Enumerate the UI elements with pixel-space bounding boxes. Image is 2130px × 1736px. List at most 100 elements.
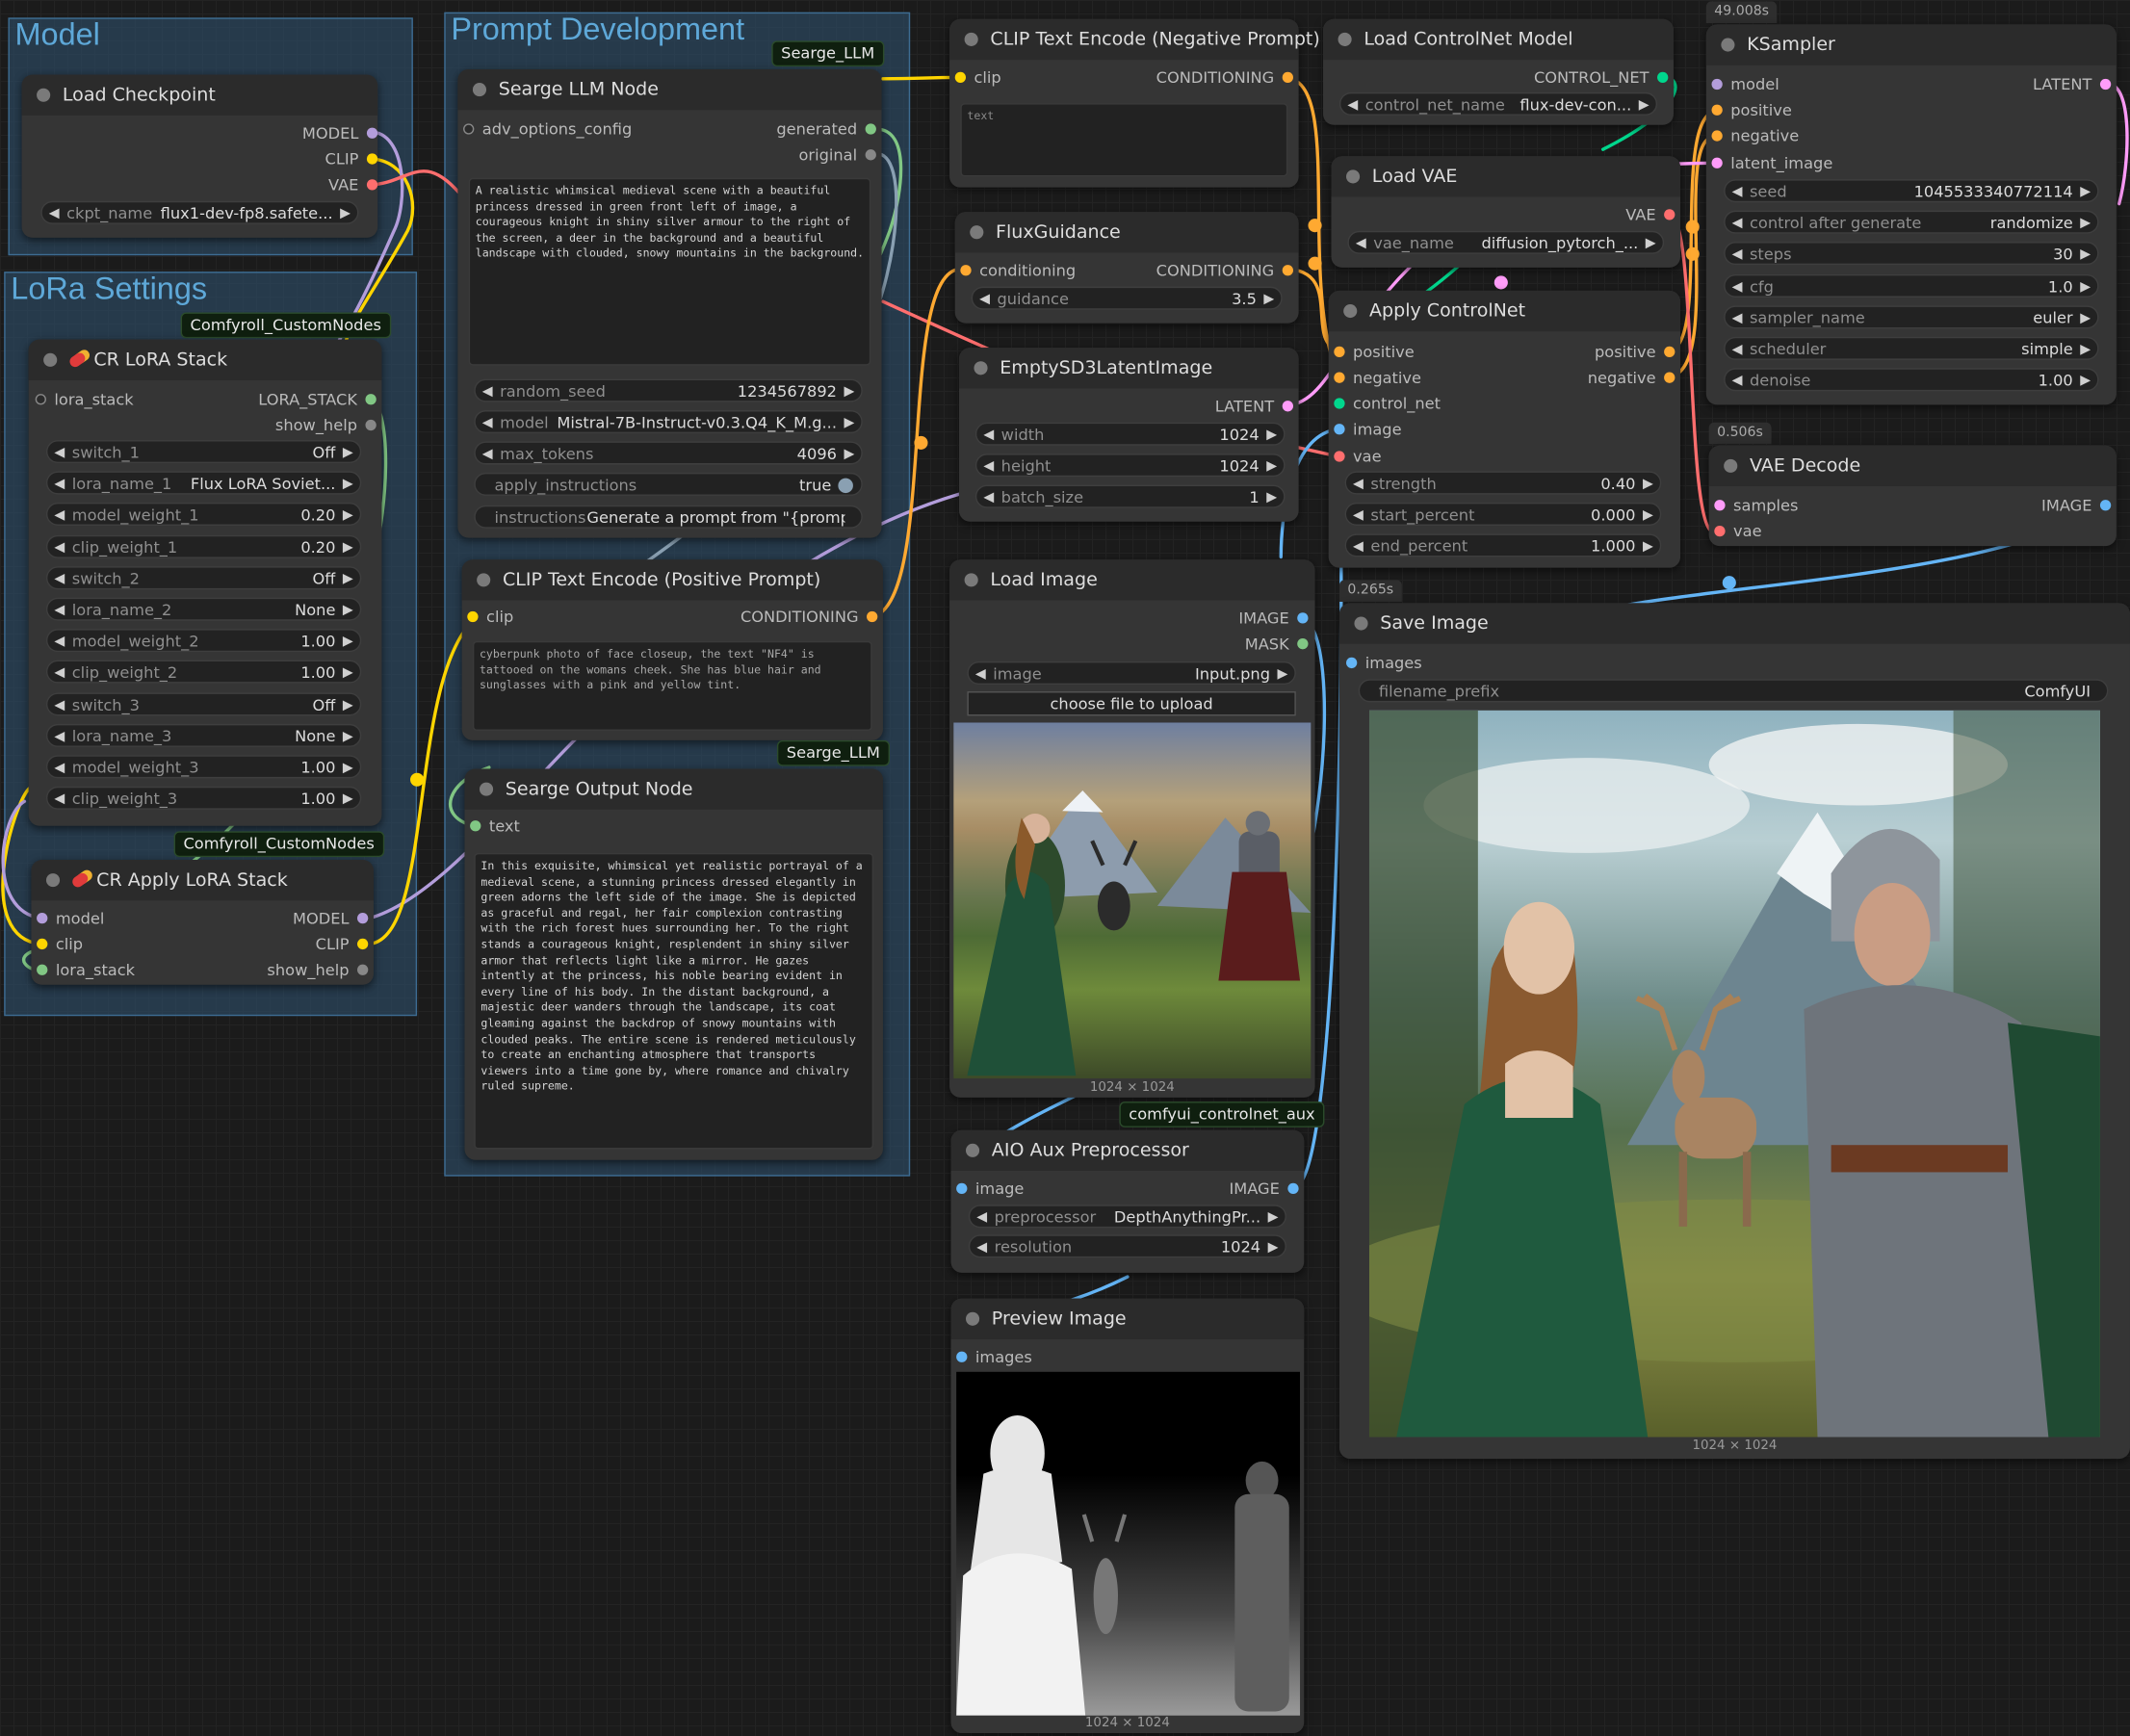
- arrow-right-icon[interactable]: ▶: [2080, 338, 2091, 361]
- lora-widget-0[interactable]: ◀ switch_1 Off ▶: [45, 440, 362, 464]
- arrow-right-icon[interactable]: ▶: [340, 202, 351, 225]
- output-conditioning[interactable]: CONDITIONING: [1156, 261, 1293, 280]
- output-image[interactable]: IMAGE: [1229, 1179, 1299, 1198]
- widget-image[interactable]: ◀ image Input.png ▶: [967, 661, 1296, 685]
- arrow-left-icon[interactable]: ◀: [54, 757, 65, 780]
- apply-widget-1[interactable]: ◀ start_percent 0.000 ▶: [1344, 502, 1662, 526]
- ksampler-widget-3[interactable]: ◀ cfg 1.0 ▶: [1724, 273, 2099, 298]
- node-header[interactable]: EmptySD3LatentImage: [958, 348, 1299, 389]
- slot-dot[interactable]: [357, 938, 369, 950]
- slot-dot[interactable]: [1346, 657, 1358, 669]
- input-images[interactable]: images: [1346, 654, 1422, 672]
- output-vae[interactable]: VAE: [1625, 205, 1675, 224]
- output-show-help[interactable]: show_help: [275, 416, 377, 434]
- llm-widget-1[interactable]: ◀ model Mistral-7B-Instruct-v0.3.Q4_K_M.g.…: [474, 410, 863, 435]
- slot-dot[interactable]: [2099, 500, 2112, 511]
- arrow-left-icon[interactable]: ◀: [54, 631, 65, 654]
- slot-dot[interactable]: [1714, 525, 1726, 537]
- slot-dot[interactable]: [1664, 372, 1675, 383]
- arrow-right-icon[interactable]: ▶: [343, 599, 353, 622]
- arrow-left-icon[interactable]: ◀: [1732, 307, 1743, 330]
- arrow-right-icon[interactable]: ▶: [343, 693, 353, 716]
- slot-dot[interactable]: [960, 265, 972, 276]
- output-latent[interactable]: LATENT: [2033, 75, 2112, 93]
- arrow-left-icon[interactable]: ◀: [1353, 473, 1364, 496]
- input-lora-stack[interactable]: lora_stack: [37, 960, 135, 979]
- slot-dot[interactable]: [463, 123, 475, 135]
- arrow-right-icon[interactable]: ▶: [844, 412, 854, 435]
- arrow-left-icon[interactable]: ◀: [54, 441, 65, 464]
- lora-widget-8[interactable]: ◀ switch_3 Off ▶: [45, 691, 362, 716]
- arrow-right-icon[interactable]: ▶: [844, 443, 854, 466]
- output-conditioning[interactable]: CONDITIONING: [1156, 68, 1293, 87]
- output-image[interactable]: IMAGE: [2041, 496, 2112, 515]
- node-clip-negative[interactable]: CLIP Text Encode (Negative Prompt) clip …: [949, 18, 1320, 188]
- input-latent-image[interactable]: latent_image: [1711, 153, 1832, 172]
- collapse-dot[interactable]: [477, 573, 491, 587]
- arrow-right-icon[interactable]: ▶: [343, 725, 353, 748]
- apply-widget-2[interactable]: ◀ end_percent 1.000 ▶: [1344, 533, 1662, 558]
- slot-dot[interactable]: [1334, 398, 1345, 409]
- node-load-checkpoint[interactable]: Load Checkpoint MODEL CLIP VAE ◀ ckpt_nam…: [21, 74, 378, 238]
- output-generated[interactable]: generated: [776, 119, 876, 139]
- arrow-left-icon[interactable]: ◀: [54, 725, 65, 748]
- latent-widget-1[interactable]: ◀ height 1024 ▶: [974, 453, 1286, 479]
- collapse-dot[interactable]: [1346, 169, 1361, 184]
- arrow-right-icon[interactable]: ▶: [343, 757, 353, 780]
- arrow-right-icon[interactable]: ▶: [343, 788, 353, 811]
- input-negative[interactable]: negative: [1334, 368, 1421, 387]
- input-images[interactable]: images: [956, 1347, 1032, 1366]
- node-header[interactable]: Load ControlNet Model: [1323, 18, 1674, 61]
- input-negative[interactable]: negative: [1711, 126, 1799, 145]
- node-header[interactable]: Load VAE: [1331, 156, 1681, 197]
- output-positive[interactable]: positive: [1595, 342, 1675, 361]
- arrow-right-icon[interactable]: ▶: [343, 441, 353, 464]
- arrow-right-icon[interactable]: ▶: [2080, 181, 2091, 204]
- widget-ckpt-name[interactable]: ◀ ckpt_name flux1-dev-fp8.safete... ▶: [40, 200, 359, 225]
- node-header[interactable]: CR LoRA Stack: [28, 339, 382, 380]
- arrow-right-icon[interactable]: ▶: [1643, 473, 1653, 496]
- node-preview-image[interactable]: Preview Image images 1024 × 1024: [950, 1298, 1305, 1734]
- node-searge-llm[interactable]: Searge LLM Node adv_options_config gener…: [457, 68, 882, 538]
- arrow-right-icon[interactable]: ▶: [343, 536, 353, 559]
- slot-dot[interactable]: [867, 610, 878, 623]
- aio-widget-0[interactable]: ◀ preprocessor DepthAnythingPr... ▶: [968, 1205, 1286, 1229]
- latent-widget-2[interactable]: ◀ batch_size 1 ▶: [974, 484, 1286, 509]
- ksampler-widget-1[interactable]: ◀ control after generate randomize ▶: [1724, 210, 2099, 234]
- arrow-right-icon[interactable]: ▶: [844, 380, 854, 403]
- slot-dot[interactable]: [37, 938, 48, 950]
- slot-dot[interactable]: [954, 71, 967, 84]
- collapse-dot[interactable]: [966, 1143, 980, 1157]
- node-load-vae[interactable]: Load VAE VAE ◀ vae_name diffusion_pytorch_…: [1331, 156, 1681, 268]
- output-latent[interactable]: LATENT: [1215, 397, 1293, 416]
- input-model[interactable]: model: [1711, 75, 1779, 93]
- arrow-right-icon[interactable]: ▶: [1266, 455, 1277, 479]
- collapse-dot[interactable]: [1338, 32, 1352, 46]
- input-positive[interactable]: positive: [1711, 100, 1792, 119]
- arrow-right-icon[interactable]: ▶: [1263, 288, 1274, 311]
- ksampler-widget-4[interactable]: ◀ sampler_name euler ▶: [1724, 305, 2099, 330]
- arrow-left-icon[interactable]: ◀: [54, 788, 65, 811]
- arrow-right-icon[interactable]: ▶: [1646, 232, 1656, 255]
- output-mask[interactable]: MASK: [1245, 635, 1309, 654]
- input-model[interactable]: model: [37, 909, 104, 928]
- slot-dot[interactable]: [1287, 1182, 1299, 1195]
- input-lora-stack[interactable]: lora_stack: [35, 390, 134, 409]
- collapse-dot[interactable]: [1343, 303, 1358, 319]
- input-vae[interactable]: vae: [1334, 447, 1382, 466]
- arrow-left-icon[interactable]: ◀: [1732, 338, 1743, 361]
- arrow-left-icon[interactable]: ◀: [983, 486, 994, 509]
- node-cr-apply-lora-stack[interactable]: CR Apply LoRA Stack model clip lora_stac…: [31, 859, 374, 985]
- slot-dot[interactable]: [1711, 130, 1723, 142]
- lora-widget-10[interactable]: ◀ model_weight_3 1.00 ▶: [45, 755, 362, 780]
- node-vae-decode[interactable]: VAE Decode samples vae IMAGE: [1708, 445, 2117, 547]
- widget-vae-name[interactable]: ◀ vae_name diffusion_pytorch_... ▶: [1347, 230, 1665, 255]
- slot-dot[interactable]: [37, 912, 48, 924]
- arrow-left-icon[interactable]: ◀: [1353, 535, 1364, 558]
- slot-dot[interactable]: [365, 394, 377, 405]
- node-header[interactable]: Preview Image: [950, 1298, 1305, 1339]
- slot-dot[interactable]: [865, 149, 876, 161]
- node-header[interactable]: Save Image: [1338, 603, 2130, 644]
- toggle-icon[interactable]: [838, 478, 853, 494]
- input-vae[interactable]: vae: [1714, 522, 1762, 540]
